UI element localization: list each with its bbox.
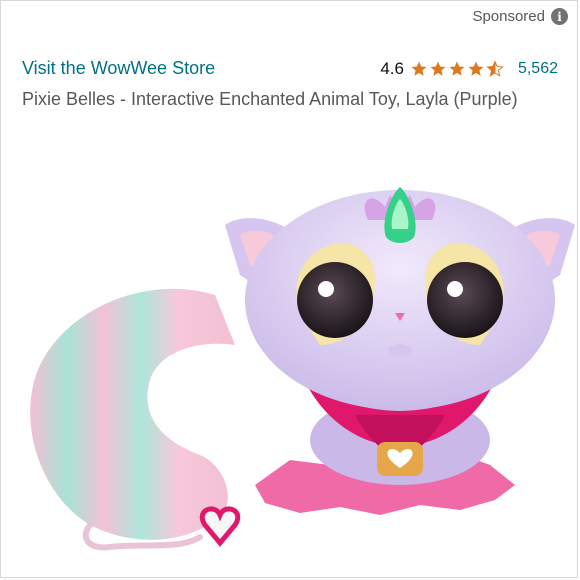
visit-store-link[interactable]: Visit the WowWee Store (22, 58, 215, 79)
star-full-icon (449, 61, 465, 76)
info-icon[interactable]: i (551, 8, 568, 25)
sponsored-indicator[interactable]: Sponsored i (472, 8, 568, 25)
star-full-icon (468, 61, 484, 76)
rating-count-link[interactable]: 5,562 (518, 60, 558, 78)
sponsored-label: Sponsored (472, 8, 545, 25)
store-rating-row: Visit the WowWee Store 4.6 5,562 (22, 58, 558, 79)
product-image[interactable] (0, 165, 580, 580)
star-half-icon (486, 59, 504, 77)
product-title[interactable]: Pixie Belles - Interactive Enchanted Ani… (22, 86, 542, 112)
heart-charm (377, 442, 423, 476)
heart-tail-clip (199, 506, 241, 547)
rating-value: 4.6 (380, 58, 404, 78)
rating[interactable]: 4.6 5,562 (380, 59, 558, 79)
star-full-icon (430, 61, 446, 76)
star-full-icon (411, 61, 427, 76)
star-rating[interactable] (410, 59, 504, 78)
